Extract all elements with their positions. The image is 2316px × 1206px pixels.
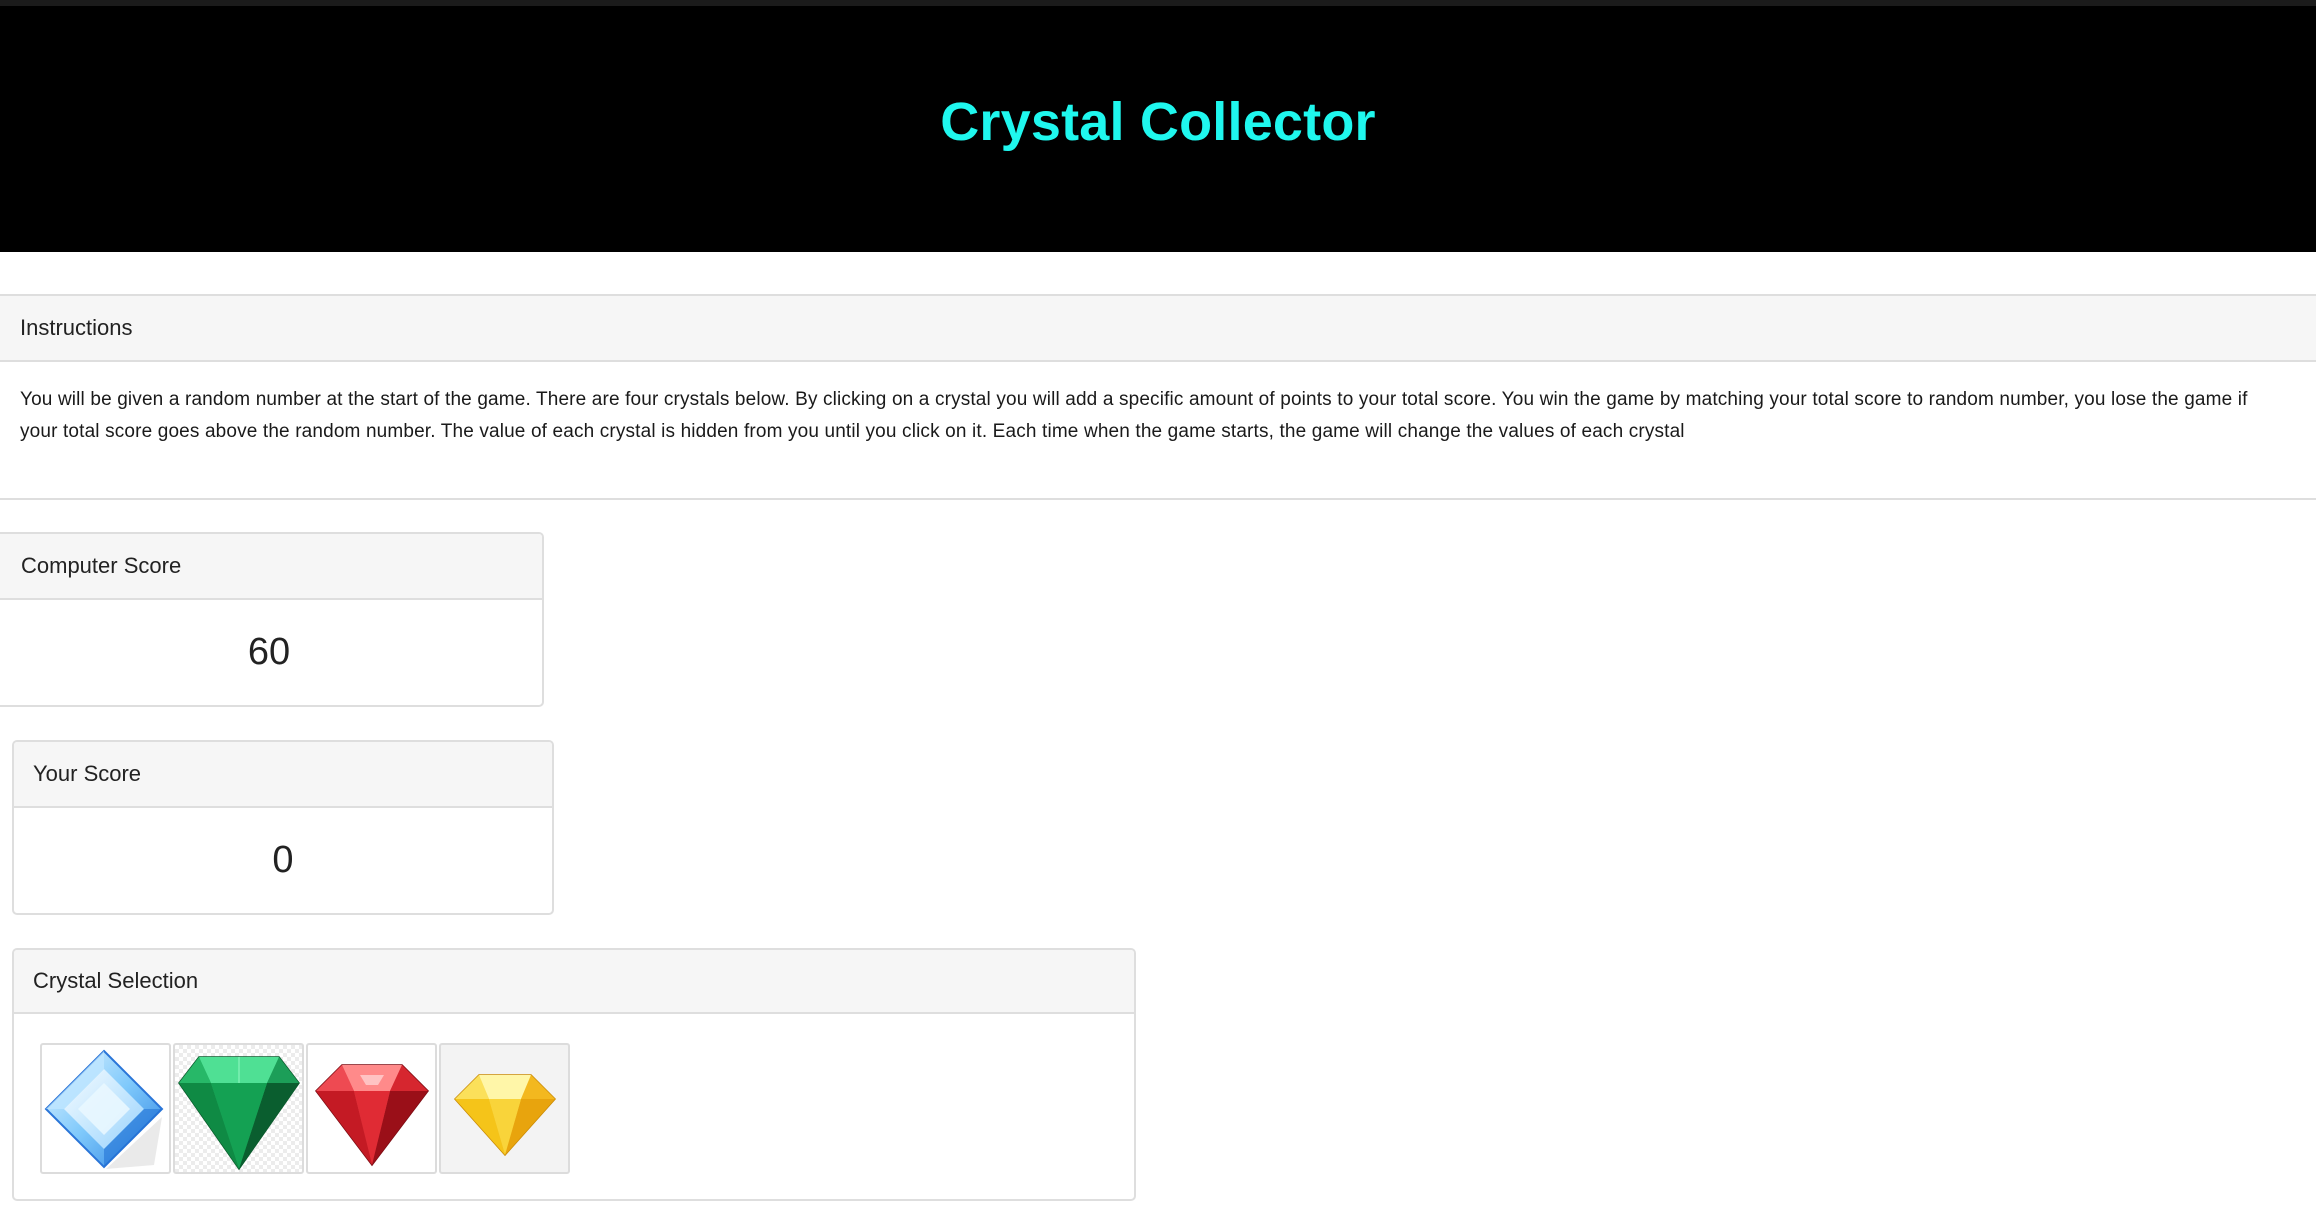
instructions-card: Instructions You will be given a random … (0, 294, 2316, 500)
computer-score-value: 60 (247, 631, 291, 673)
page-title: Crystal Collector (940, 92, 1376, 152)
crystal-row (40, 1043, 570, 1174)
crystal-button-blue[interactable] (40, 1043, 171, 1174)
crystal-button-green[interactable] (173, 1043, 304, 1174)
your-score-value: 0 (272, 839, 294, 881)
red-ruby-crystal-icon (314, 1063, 429, 1166)
page-header: Crystal Collector (0, 6, 2316, 252)
yellow-topaz-crystal-icon (453, 1073, 556, 1156)
instructions-text: You will be given a random number at the… (20, 389, 2248, 442)
your-score-heading: Your Score (14, 742, 552, 808)
computer-score-card: Computer Score 60 (0, 532, 544, 707)
green-emerald-crystal-icon (177, 1055, 300, 1170)
crystal-selection-card: Crystal Selection (12, 948, 1136, 1201)
crystal-button-red[interactable] (306, 1043, 437, 1174)
blue-diamond-crystal-icon (44, 1049, 163, 1169)
computer-score-heading: Computer Score (0, 534, 542, 600)
crystal-selection-heading: Crystal Selection (14, 950, 1134, 1014)
instructions-heading: Instructions (0, 296, 2316, 362)
your-score-card: Your Score 0 (12, 740, 554, 915)
crystal-button-yellow[interactable] (439, 1043, 570, 1174)
